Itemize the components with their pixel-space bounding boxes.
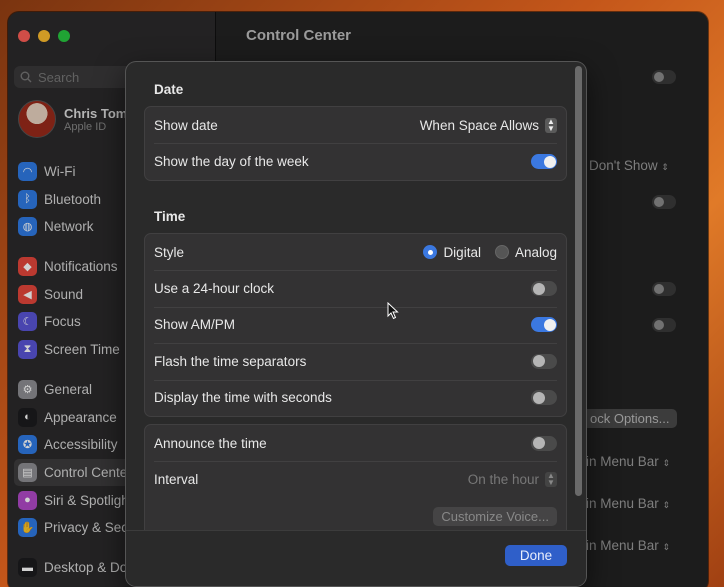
digital-radio-dot[interactable]	[423, 245, 438, 260]
flash-separators-toggle[interactable]	[531, 353, 557, 369]
sheet-footer: Done	[126, 530, 586, 586]
show-date-row: Show date When Space Allows ▲ ▼	[145, 107, 566, 143]
mouse-cursor-icon	[387, 302, 399, 320]
interval-popup[interactable]: On the hour ▲ ▼	[467, 472, 557, 488]
style-label: Style	[154, 244, 185, 260]
show-date-value: When Space Allows	[419, 117, 539, 133]
stepper-icon: ▲ ▼	[545, 472, 557, 488]
show-day-toggle[interactable]	[531, 154, 557, 170]
time-section-title: Time	[154, 209, 186, 224]
stepper-icon: ▲ ▼	[545, 117, 557, 133]
scrollbar[interactable]	[575, 66, 582, 496]
done-button[interactable]: Done	[505, 545, 567, 566]
time-group: Style Digital Analog Use a 24-hour clock	[144, 233, 567, 417]
announce-row: Announce the time	[145, 425, 566, 461]
ampm-row: Show AM/PM	[145, 306, 566, 343]
interval-row: Interval On the hour ▲ ▼	[145, 461, 566, 497]
analog-radio[interactable]: Analog	[494, 244, 557, 260]
clock-options-sheet: Date Show date When Space Allows ▲ ▼ Show…	[126, 62, 586, 586]
clock24-row: Use a 24-hour clock	[145, 270, 566, 306]
announce-group: Announce the time Interval On the hour ▲…	[144, 424, 567, 539]
seconds-label: Display the time with seconds	[154, 390, 332, 406]
flash-separators-row: Flash the time separators	[145, 343, 566, 379]
show-day-label: Show the day of the week	[154, 154, 309, 170]
analog-label: Analog	[514, 244, 557, 260]
clock24-toggle[interactable]	[531, 281, 557, 297]
style-radio-group: Digital Analog	[423, 245, 557, 260]
interval-value: On the hour	[467, 472, 539, 488]
show-date-popup[interactable]: When Space Allows ▲ ▼	[419, 117, 557, 133]
digital-label: Digital	[443, 244, 481, 260]
date-section-title: Date	[154, 82, 184, 97]
analog-radio-dot[interactable]	[494, 245, 509, 260]
ampm-toggle[interactable]	[531, 317, 557, 333]
interval-label: Interval	[154, 472, 199, 488]
digital-radio[interactable]: Digital	[423, 245, 481, 260]
announce-toggle[interactable]	[531, 435, 557, 451]
style-row: Style Digital Analog	[145, 234, 566, 270]
show-date-label: Show date	[154, 117, 218, 133]
customize-voice-button[interactable]: Customize Voice...	[433, 507, 557, 526]
announce-label: Announce the time	[154, 435, 267, 451]
seconds-row: Display the time with seconds	[145, 379, 566, 416]
clock24-label: Use a 24-hour clock	[154, 281, 275, 297]
show-day-row: Show the day of the week	[145, 143, 566, 179]
flash-separators-label: Flash the time separators	[154, 353, 307, 369]
date-group: Show date When Space Allows ▲ ▼ Show the …	[144, 106, 567, 181]
seconds-toggle[interactable]	[531, 390, 557, 406]
ampm-label: Show AM/PM	[154, 317, 236, 333]
